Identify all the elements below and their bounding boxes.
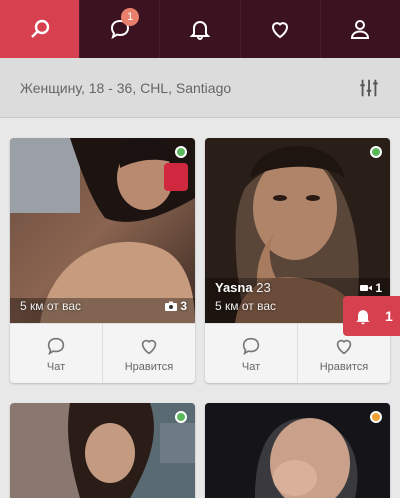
video-icon: [360, 285, 373, 291]
chat-button[interactable]: Чат: [205, 324, 297, 383]
online-status-dot: [370, 146, 382, 158]
nav-messages-button[interactable]: 1: [80, 0, 161, 58]
bell-icon: [189, 21, 211, 40]
filter-summary: Женщину, 18 - 36, CHL, Santiago: [20, 79, 232, 96]
profile-card[interactable]: 5 км от вас 3 Чат Нравится: [10, 138, 195, 383]
profile-name-text: Yasna: [215, 280, 253, 295]
video-count-value: 1: [375, 281, 382, 295]
nav-profile-button[interactable]: [321, 0, 400, 58]
nav-favorites-button[interactable]: [241, 0, 321, 58]
profile-card[interactable]: Yasna 23 5 км от вас 1 Чат Нравится: [205, 138, 390, 383]
profile-photo[interactable]: [205, 403, 390, 498]
profile-card[interactable]: [10, 403, 195, 498]
profile-photo[interactable]: [10, 403, 195, 498]
like-label: Нравится: [319, 360, 369, 373]
heart-icon: [336, 339, 352, 354]
profile-age: 23: [256, 280, 271, 295]
heart-icon: [141, 339, 157, 354]
profile-name: Yasna 23: [215, 280, 271, 295]
heart-icon: [272, 22, 289, 39]
sliders-icon[interactable]: [358, 77, 380, 99]
chat-label: Чат: [241, 360, 261, 373]
profile-photo[interactable]: 5 км от вас 3: [10, 138, 195, 323]
chat-label: Чат: [46, 360, 66, 373]
nav-notifications-button[interactable]: [160, 0, 241, 58]
like-label: Нравится: [124, 360, 174, 373]
chat-bubble-icon: [242, 337, 260, 355]
messages-badge: 1: [121, 8, 140, 26]
floating-notification-button[interactable]: 1: [343, 296, 400, 336]
camera-icon: [165, 301, 178, 311]
nav-search-button[interactable]: [0, 0, 81, 58]
chat-bubble-icon: [47, 337, 65, 355]
notification-count: 1: [385, 308, 393, 324]
top-navigation: 1: [0, 0, 400, 58]
like-button[interactable]: Нравится: [102, 324, 195, 383]
bell-icon: [356, 310, 370, 325]
search-icon: [30, 19, 49, 38]
distance-label: 5 км от вас: [215, 299, 276, 313]
photo-count: 3: [165, 299, 187, 313]
chat-button[interactable]: Чат: [10, 324, 102, 383]
online-status-dot: [175, 146, 187, 158]
user-icon: [351, 20, 370, 39]
away-status-dot: [370, 411, 382, 423]
photo-count-value: 3: [180, 299, 187, 313]
online-status-dot: [175, 411, 187, 423]
search-filter-bar[interactable]: Женщину, 18 - 36, CHL, Santiago: [0, 58, 400, 118]
distance-label: 5 км от вас: [20, 299, 81, 313]
card-actions: Чат Нравится: [10, 323, 195, 383]
profile-card[interactable]: [205, 403, 390, 498]
video-count: 1: [360, 281, 382, 295]
